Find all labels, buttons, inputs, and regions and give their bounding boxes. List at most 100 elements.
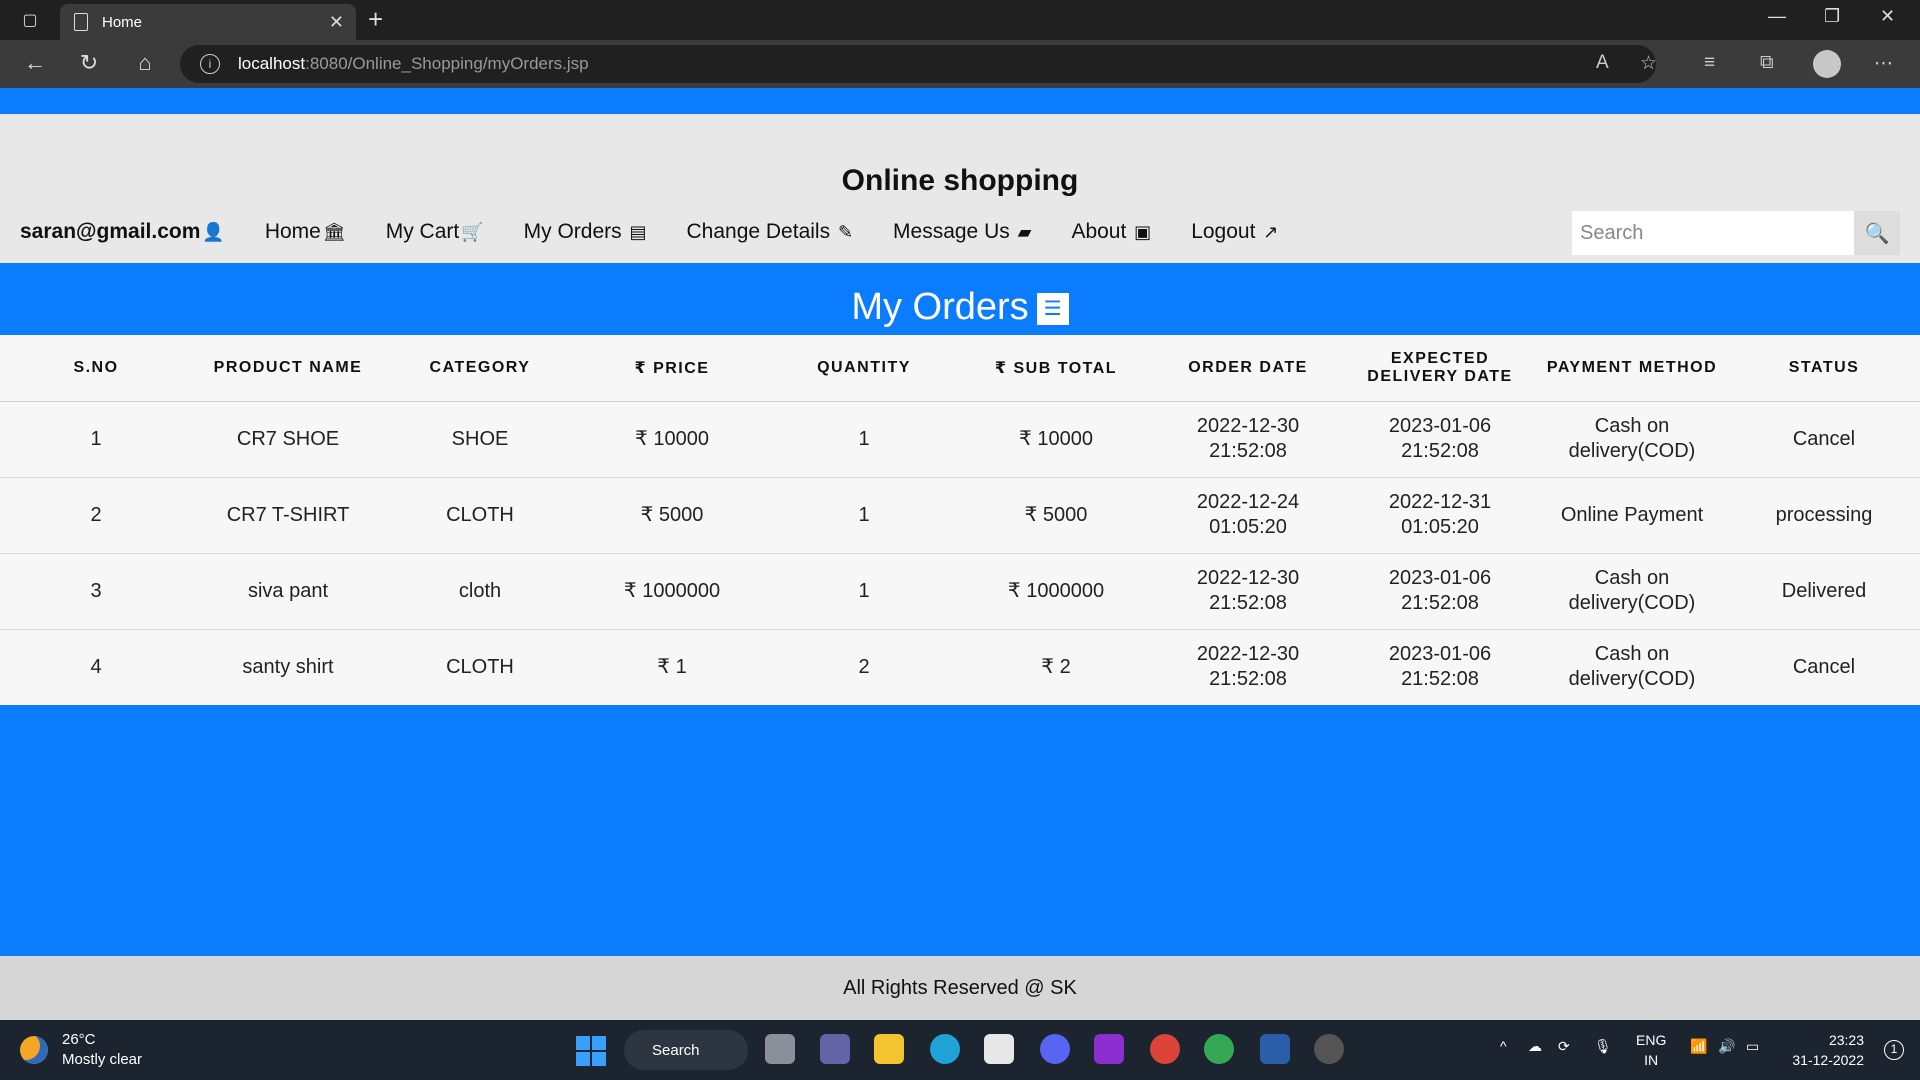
url-field[interactable]: i localhost:8080/Online_Shopping/myOrder… xyxy=(180,45,1656,83)
search-input[interactable] xyxy=(1572,211,1854,255)
weather-widget[interactable]: 26°C Mostly clear xyxy=(20,1030,142,1070)
column-header: ORDER DATE xyxy=(1152,335,1344,402)
battery-icon[interactable]: ▭ xyxy=(1746,1038,1759,1055)
footer: All Rights Reserved @ SK xyxy=(0,956,1920,1020)
table-cell: Cash on delivery(COD) xyxy=(1536,553,1728,630)
table-cell: 2022-12-24 01:05:20 xyxy=(1152,477,1344,554)
table-cell: ₹ 1 xyxy=(657,655,687,678)
sync-icon[interactable]: ⟳ xyxy=(1558,1038,1570,1055)
more-icon[interactable]: ⋯ xyxy=(1874,52,1893,75)
table-cell: Delivered xyxy=(1728,553,1920,630)
show-hidden-icons-icon[interactable]: ^ xyxy=(1500,1038,1507,1054)
page-title: My Orders ☰ xyxy=(0,286,1920,329)
taskbar-search-label: Search xyxy=(652,1041,700,1059)
task-view-icon[interactable] xyxy=(765,1034,795,1064)
info-icon[interactable]: i xyxy=(200,54,220,74)
windows-start-icon[interactable] xyxy=(576,1036,606,1066)
table-header-row: S.NO PRODUCT NAME CATEGORY ₹ PRICE QUANTITY ₹… xyxy=(0,335,1920,402)
table-cell: 2 xyxy=(858,655,870,678)
edit-icon: ✎ xyxy=(837,222,854,242)
browser-tab[interactable]: Home ✕ xyxy=(60,4,356,40)
new-tab-icon[interactable]: + xyxy=(368,4,383,35)
taskbar: 26°C Mostly clear Search ^ ☁ ⟳ 🎙 ENG IN 📶… xyxy=(0,1020,1920,1080)
table-cell: 2022-12-30 21:52:08 xyxy=(1152,553,1344,630)
search-button[interactable]: 🔍 xyxy=(1854,211,1900,255)
table-row: 1 CR7 SHOE SHOE ₹ 10000 1 ₹ 10000 2022-12-30 2… xyxy=(0,401,1920,478)
read-aloud-icon[interactable]: A xyxy=(1596,52,1609,74)
tab-actions-icon[interactable]: ▢ xyxy=(16,8,44,32)
table-cell: cloth xyxy=(384,553,576,630)
wifi-icon[interactable]: 📶 xyxy=(1690,1038,1707,1055)
table-cell: 2023-01-06 21:52:08 xyxy=(1344,553,1536,630)
main-nav: saran@gmail.com 👤 Home 🏛 My Cart 🛒 My Order… xyxy=(20,220,1318,244)
table-cell: ₹ 2 xyxy=(1041,655,1071,678)
column-header: EXPECTED DELIVERY DATE xyxy=(1344,335,1536,402)
column-header: ₹ SUB TOTAL xyxy=(960,335,1152,402)
taskbar-search[interactable]: Search xyxy=(624,1030,748,1070)
table-cell: Cancel xyxy=(1728,401,1920,478)
nav-my-cart[interactable]: My Cart 🛒 xyxy=(386,220,484,244)
refresh-icon[interactable]: ↻ xyxy=(74,50,104,76)
nav-my-orders[interactable]: My Orders ▤ xyxy=(524,220,647,244)
nav-message-us[interactable]: Message Us ▰ xyxy=(893,220,1031,244)
favorites-icon[interactable]: ≡ xyxy=(1704,52,1715,74)
column-header: PRODUCT NAME xyxy=(192,335,384,402)
close-tab-icon[interactable]: ✕ xyxy=(329,12,344,33)
clock[interactable]: 23:23 31-12-2022 xyxy=(1792,1030,1864,1070)
table-cell: ₹ 5000 xyxy=(576,477,768,554)
language-indicator[interactable]: ENG IN xyxy=(1636,1030,1666,1070)
table-cell: Cancel xyxy=(1792,655,1856,678)
table-cell: SHOE xyxy=(384,401,576,478)
list-alt-icon: ▤ xyxy=(629,222,647,242)
nav-logout[interactable]: Logout ↗ xyxy=(1191,220,1278,244)
table-cell: 1 xyxy=(768,553,960,630)
onedrive-icon[interactable]: ☁ xyxy=(1528,1038,1542,1055)
chrome-dev-icon[interactable] xyxy=(1204,1034,1234,1064)
table-cell: Cash on delivery(COD) xyxy=(1568,643,1696,691)
address-book-icon: ▣ xyxy=(1134,222,1152,242)
notification-icon[interactable]: 1 xyxy=(1884,1040,1904,1060)
nav-message-label: Message Us xyxy=(893,220,1010,243)
close-window-icon[interactable]: ✕ xyxy=(1880,6,1895,27)
column-header: ₹ PRICE xyxy=(576,335,768,402)
lang-line1: ENG xyxy=(1636,1032,1667,1048)
home-icon[interactable]: ⌂ xyxy=(130,50,160,76)
weather-moon-icon xyxy=(20,1036,48,1064)
profile-avatar[interactable] xyxy=(1813,50,1841,78)
discord-icon[interactable] xyxy=(1040,1034,1070,1064)
collections-icon[interactable]: ⧉ xyxy=(1760,52,1774,74)
table-cell: CR7 T-SHIRT xyxy=(192,477,384,554)
back-icon[interactable]: ← xyxy=(20,50,50,76)
intellij-icon[interactable] xyxy=(1094,1034,1124,1064)
table-cell: ₹ 10000 xyxy=(576,401,768,478)
bank-icon: 🏛 xyxy=(322,222,346,242)
column-header: PAYMENT METHOD xyxy=(1536,335,1728,402)
nav-change-details[interactable]: Change Details ✎ xyxy=(687,220,854,244)
file-explorer-icon[interactable] xyxy=(874,1034,904,1064)
microphone-icon[interactable]: 🎙 xyxy=(1594,1038,1612,1055)
volume-icon[interactable]: 🔊 xyxy=(1718,1038,1735,1055)
minimize-icon[interactable]: — xyxy=(1768,6,1786,27)
nav-home[interactable]: Home 🏛 xyxy=(265,220,346,244)
table-cell: siva pant xyxy=(192,553,384,630)
table-cell: CLOTH xyxy=(384,477,576,554)
page-title-text: My Orders xyxy=(851,286,1029,328)
edge-icon[interactable] xyxy=(930,1034,960,1064)
nav-orders-label: My Orders xyxy=(523,220,622,243)
user-email[interactable]: saran@gmail.com 👤 xyxy=(20,220,225,244)
settings-icon[interactable] xyxy=(1314,1034,1344,1064)
table-cell: 2023-01-06 21:52:08 xyxy=(1344,401,1536,478)
orders-table: S.NO PRODUCT NAME CATEGORY ₹ PRICE QUANTITY ₹… xyxy=(0,335,1920,705)
table-cell: 2022-12-31 01:05:20 xyxy=(1344,477,1536,554)
teams-icon[interactable] xyxy=(820,1034,850,1064)
add-favorite-icon[interactable]: ☆ xyxy=(1640,52,1657,75)
store-icon[interactable] xyxy=(984,1034,1014,1064)
address-bar: ← ↻ ⌂ i localhost:8080/Online_Shopping/m… xyxy=(0,40,1920,88)
mysql-workbench-icon[interactable] xyxy=(1260,1034,1290,1064)
cart-icon: 🛒 xyxy=(461,222,484,242)
restore-icon[interactable]: ❐ xyxy=(1824,6,1840,27)
chrome-icon[interactable] xyxy=(1150,1034,1180,1064)
nav-about[interactable]: About ▣ xyxy=(1071,220,1151,244)
site-title: Online shopping xyxy=(841,164,1079,197)
nav-about-label: About xyxy=(1071,220,1127,243)
